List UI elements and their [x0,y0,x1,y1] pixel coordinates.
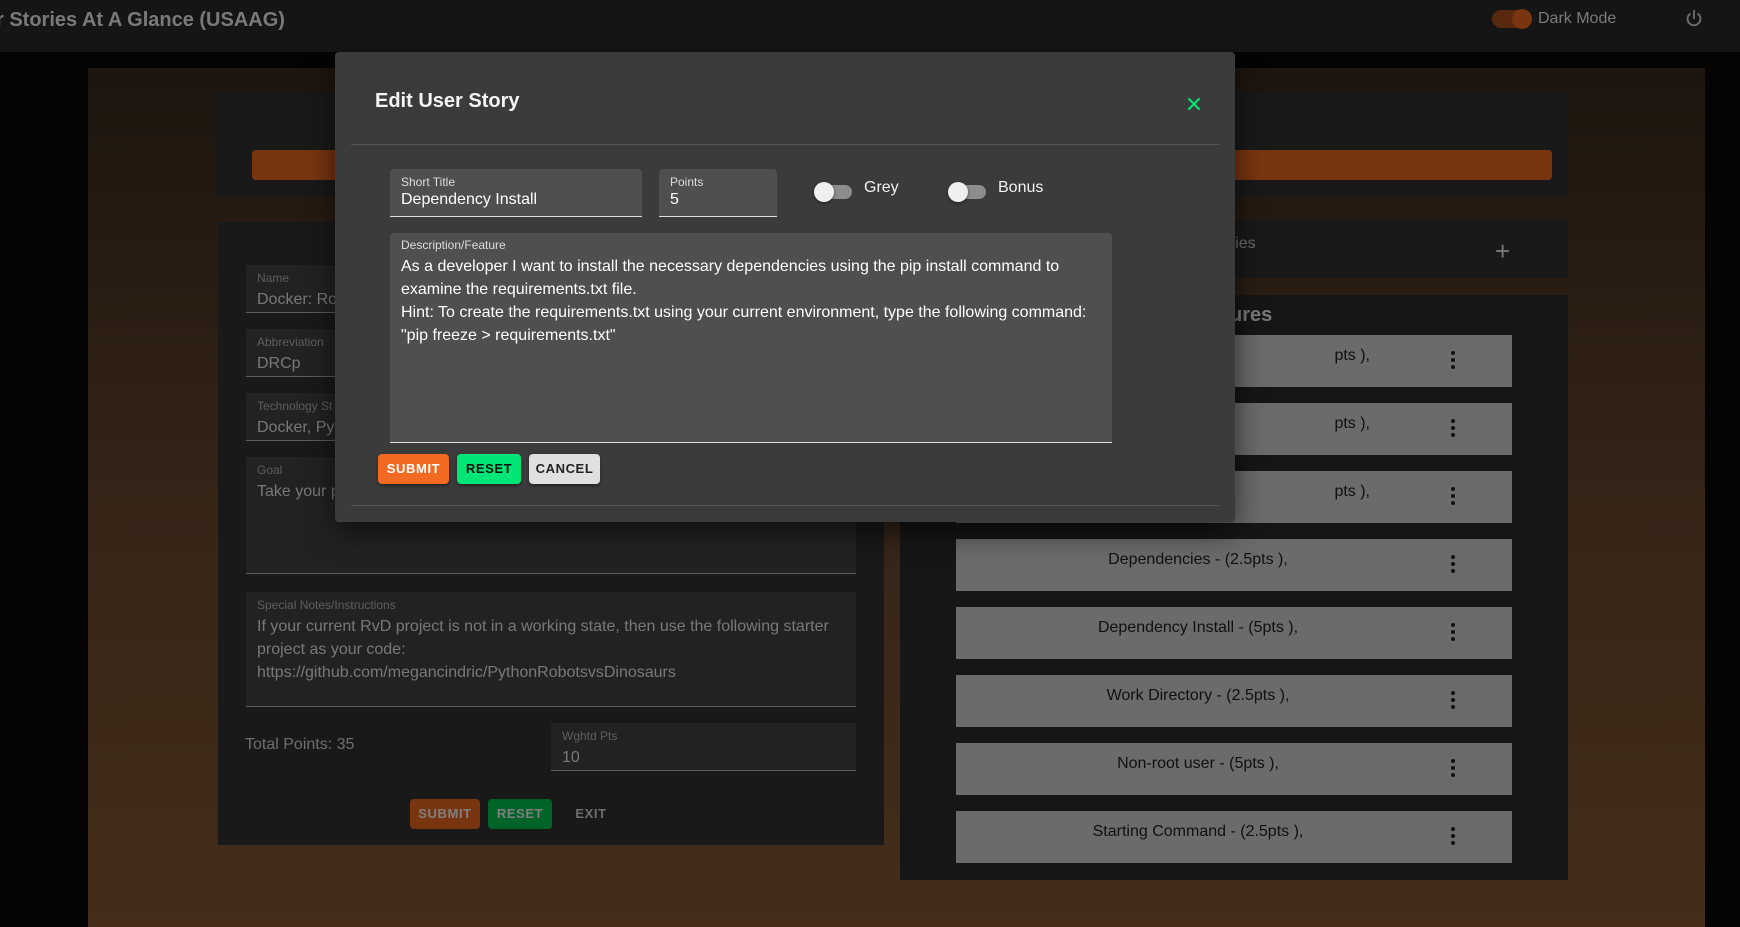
bonus-switch[interactable] [948,182,986,202]
short-title-field[interactable]: Short Title Dependency Install [390,169,642,217]
short-title-value[interactable]: Dependency Install [401,191,537,209]
submit-button[interactable]: SUBMIT [378,454,449,484]
points-label: Points [670,175,704,189]
grey-label: Grey [864,179,899,196]
description-field[interactable]: Description/Feature As a developer I wan… [390,233,1112,443]
description-textarea[interactable]: As a developer I want to install the nec… [401,255,1101,435]
description-label: Description/Feature [401,238,506,252]
points-value[interactable]: 5 [670,191,679,209]
dialog-footer-divider [351,505,1219,506]
short-title-label: Short Title [401,175,456,189]
points-field[interactable]: Points 5 [659,169,777,217]
close-icon[interactable] [1186,96,1202,112]
grey-switch[interactable] [814,182,852,202]
grey-switch-knob [814,182,834,202]
cancel-button[interactable]: CANCEL [529,454,600,484]
reset-button[interactable]: RESET [457,454,521,484]
dialog-title: Edit User Story [375,90,520,112]
bonus-label: Bonus [998,179,1044,196]
bonus-switch-knob [948,182,968,202]
edit-user-story-dialog: Edit User Story Short Title Dependency I… [335,52,1235,522]
dialog-header-divider [351,144,1219,145]
